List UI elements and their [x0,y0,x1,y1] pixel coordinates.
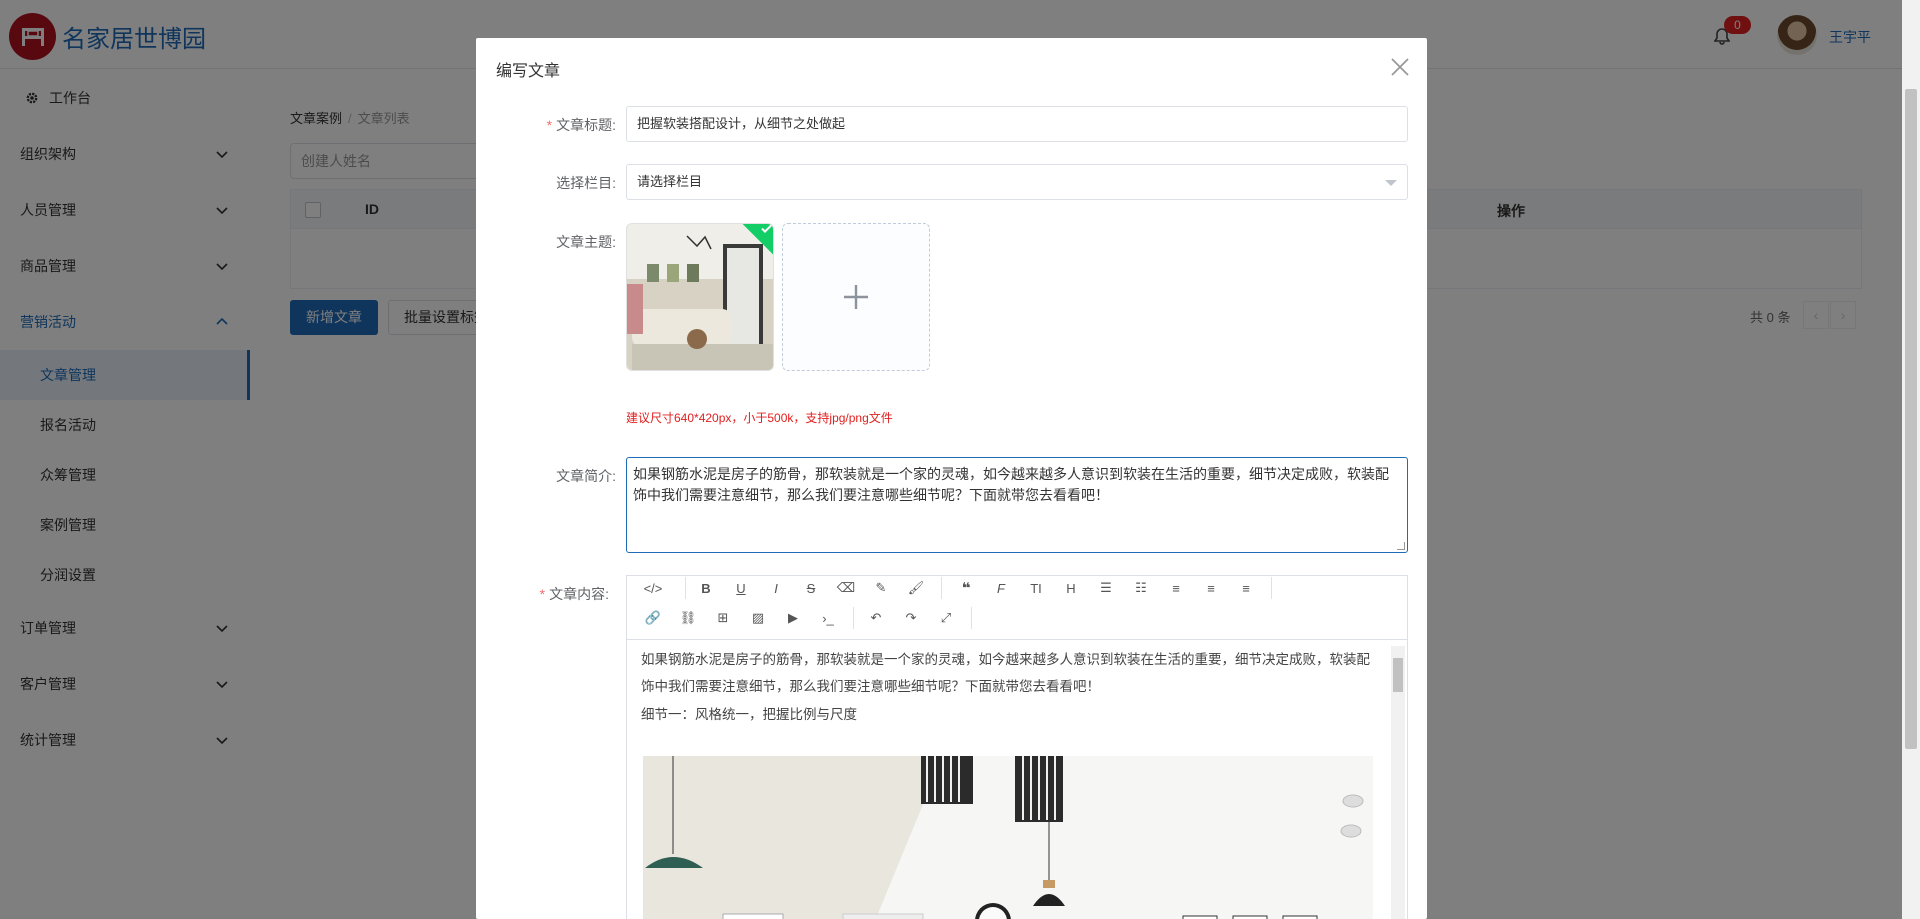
content-paragraph: 细节一：风格统一，把握比例与尺度 [641,707,857,722]
font-family-icon[interactable]: F [988,576,1014,600]
edit-article-dialog: 编写文章 * 文章标题: 把握软装搭配设计，从细节之处做起 选择栏目: 请选择栏目… [476,38,1427,919]
cover-label: 文章主题: [556,234,616,250]
editor-scrollbar-thumb[interactable] [1393,658,1403,692]
editor-toolbar: </> B U I S ⌫ ✎ 🖌 ❝ F TI H ☰ ☷ ≡ ≡ ≡ 🔗 ⛓… [627,576,1407,640]
page-scrollbar-thumb[interactable] [1905,89,1917,749]
unlink-icon[interactable]: ⛓ [675,606,701,630]
title-label: * 文章标题: [476,115,616,135]
caret-down-icon [1385,180,1397,186]
toolbar-divider [971,607,972,629]
toolbar-divider [941,577,942,599]
bold-icon[interactable]: B [693,576,719,600]
editor-scrollbar[interactable] [1391,646,1405,919]
strikethrough-icon[interactable]: S [798,576,824,600]
content-label: * 文章内容: [476,584,609,604]
plus-icon [844,285,868,309]
check-icon [761,224,773,233]
italic-icon[interactable]: I [763,576,789,600]
resize-handle[interactable] [1397,542,1405,550]
upload-hint: 建议尺寸640*420px，小于500k，支持jpg/png文件 [626,411,893,425]
video-icon[interactable]: ▶ [780,606,806,630]
toolbar-divider [1271,577,1272,599]
background-color-icon[interactable]: 🖌 [903,576,929,600]
column-label: 选择栏目: [556,175,616,191]
toolbar-divider [853,607,854,629]
align-center-icon[interactable]: ≡ [1198,576,1224,600]
column-select[interactable]: 请选择栏目 [626,164,1408,200]
article-title-input[interactable]: 把握软装搭配设计，从细节之处做起 [626,106,1408,142]
toolbar-divider [685,577,686,599]
cover-image [627,224,773,370]
dialog-title: 编写文章 [496,63,561,80]
content-label-text: 文章内容: [549,586,609,602]
required-mark: * [546,117,553,133]
code-view-icon[interactable]: </> [640,576,666,600]
table-icon[interactable]: ⊞ [710,606,736,630]
title-label-text: 文章标题: [556,117,616,133]
summary-text: 如果钢筋水泥是房子的筋骨，那软装就是一个家的灵魂，如今越来越多人意识到软装在生活… [633,466,1389,503]
redo-icon[interactable]: ↷ [898,606,924,630]
ordered-list-icon[interactable]: ☷ [1128,576,1154,600]
underline-icon[interactable]: U [728,576,754,600]
required-mark: * [539,586,546,602]
content-image [643,756,1373,919]
eraser-icon[interactable]: ⌫ [833,576,859,600]
close-icon[interactable] [1388,55,1412,79]
summary-label: 文章简介: [556,468,616,484]
content-paragraph: 如果钢筋水泥是房子的筋骨，那软装就是一个家的灵魂，如今越来越多人意识到软装在生活… [641,652,1370,694]
quote-icon[interactable]: ❝ [953,576,979,600]
rich-text-editor: </> B U I S ⌫ ✎ 🖌 ❝ F TI H ☰ ☷ ≡ ≡ ≡ 🔗 ⛓… [626,575,1408,919]
cover-image-thumbnail[interactable] [626,223,774,371]
align-left-icon[interactable]: ≡ [1163,576,1189,600]
unordered-list-icon[interactable]: ☰ [1093,576,1119,600]
column-select-value: 请选择栏目 [637,174,703,189]
page-scrollbar[interactable] [1902,0,1920,919]
image-icon[interactable]: ▨ [745,606,771,630]
editor-content[interactable]: 如果钢筋水泥是房子的筋骨，那软装就是一个家的灵魂，如今越来越多人意识到软装在生活… [627,640,1407,919]
heading-icon[interactable]: H [1058,576,1084,600]
fullscreen-icon[interactable]: ⤢ [933,606,959,630]
undo-icon[interactable]: ↶ [863,606,889,630]
summary-textarea[interactable]: 如果钢筋水泥是房子的筋骨，那软装就是一个家的灵魂，如今越来越多人意识到软装在生活… [626,457,1408,553]
code-block-icon[interactable]: ›_ [815,606,841,630]
font-size-icon[interactable]: TI [1023,576,1049,600]
font-color-icon[interactable]: ✎ [868,576,894,600]
align-right-icon[interactable]: ≡ [1233,576,1259,600]
link-icon[interactable]: 🔗 [640,606,666,630]
image-upload-button[interactable] [782,223,930,371]
